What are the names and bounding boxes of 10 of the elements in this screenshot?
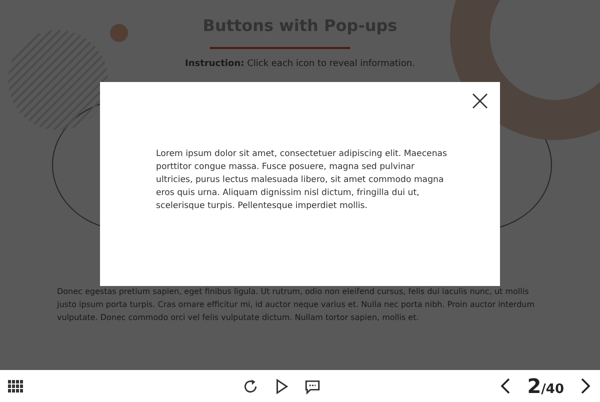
instruction-text: Instruction: Click each icon to reveal information. <box>185 59 415 69</box>
circle-decoration <box>110 24 128 42</box>
replay-icon[interactable] <box>242 378 259 394</box>
captions-icon[interactable] <box>304 378 321 394</box>
popup-text: Lorem ipsum dolor sit amet, consectetuer adipiscing elit. Maecenas porttitor congue massa. Fusce posuere, magna sed pulvinar ultricies, purus lectus malesuada libero, sit amet commodo magna eros quis urna. Aliquam dignissim nisl dictum, fringilla dui ut, scelerisque turpis. Pellentesque imperdiet mollis. <box>156 148 448 213</box>
total-pages: /40 <box>541 382 564 397</box>
menu-icon[interactable] <box>8 380 23 392</box>
current-page: 2 <box>527 374 542 398</box>
body-text: Donec egestas pretium sapien, eget finibus ligula. Ut rutrum, odio non eleifend cursus, felis dui iaculis nunc, ut mollis justo ipsum porta turpis. Cras ornare efficitur mi, id auctor neque varius et. Nulla nec porta nibh. Proin auctor interdum vulputate. Donec commodo orci vel felis vulputate dictum. Nullam tortor sapien, mollis et. <box>57 286 536 324</box>
close-icon[interactable] <box>472 93 488 109</box>
